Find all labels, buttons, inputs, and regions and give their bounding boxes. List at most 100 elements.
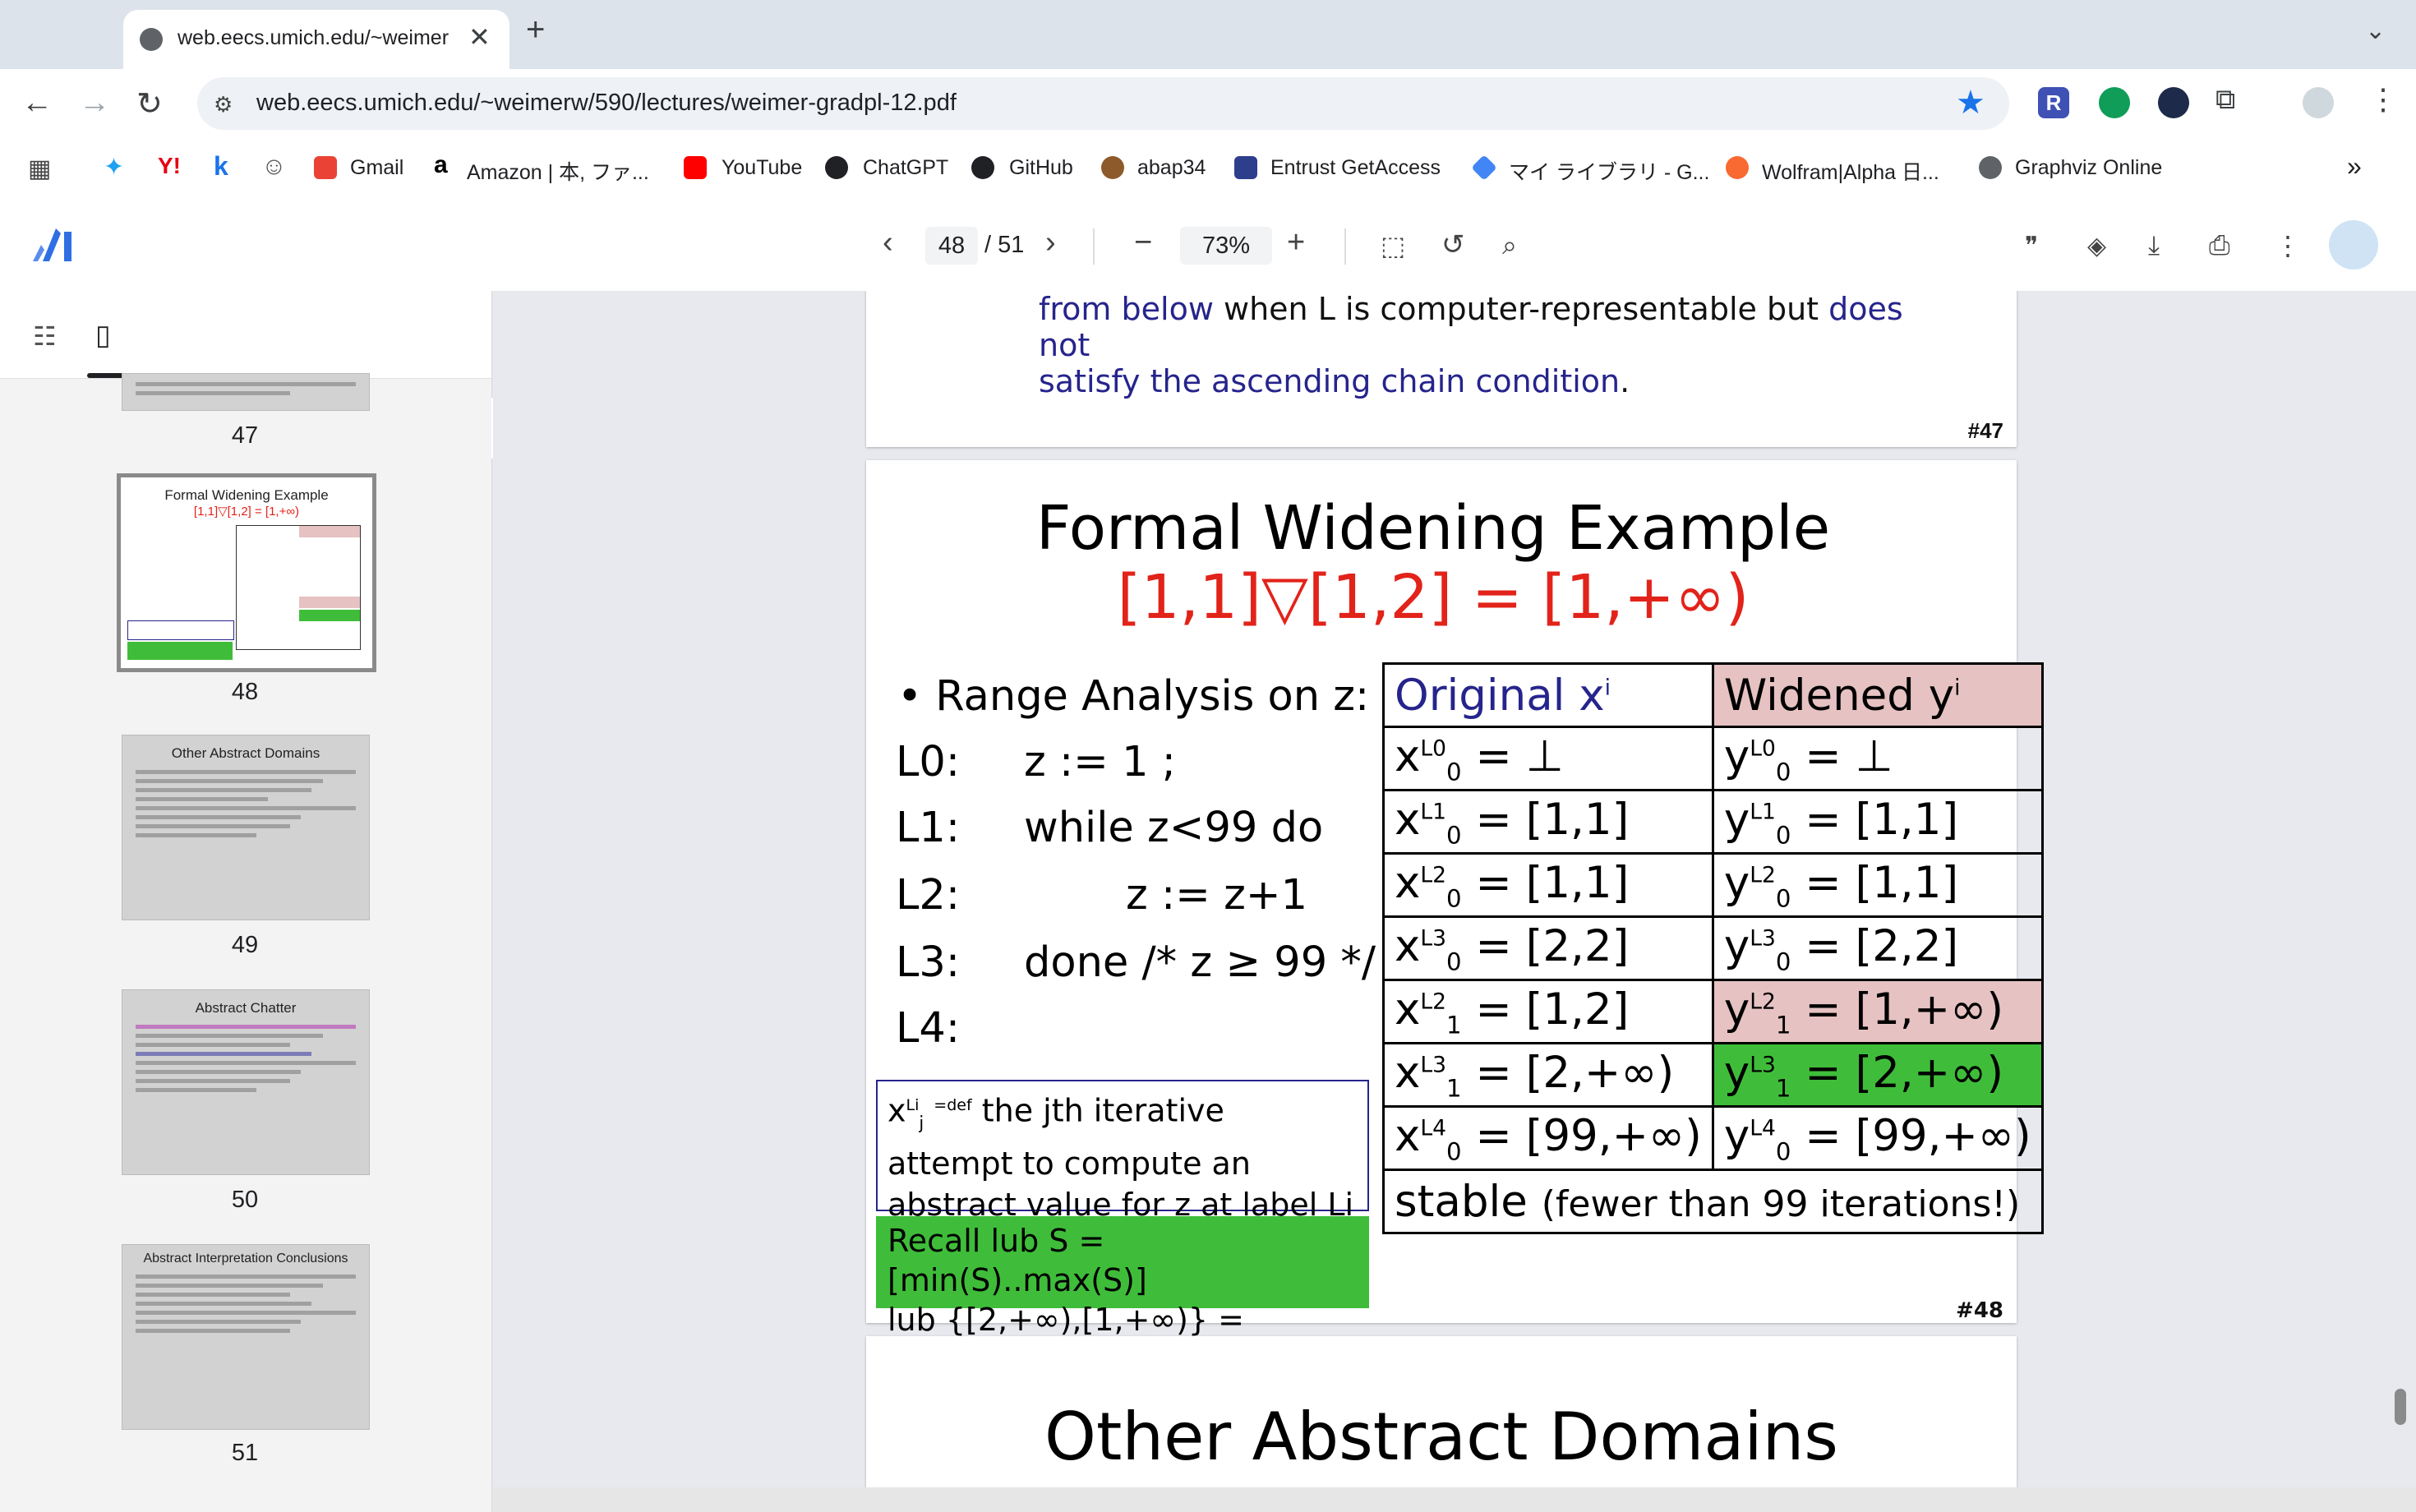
tab-strip: web.eecs.umich.edu/~weimer ✕ + ⌄: [0, 0, 2416, 69]
reload-icon[interactable]: ↻: [136, 85, 163, 122]
table-row: xL10 = [1,1] yL10 = [1,1]: [1382, 789, 2044, 855]
thumbnail-page-49[interactable]: Other Abstract Domains: [122, 735, 370, 920]
bookmark-github[interactable]: GitHub: [1009, 156, 1073, 180]
close-tab-icon[interactable]: ✕: [468, 21, 491, 53]
bookmark-star-icon[interactable]: ★: [1956, 84, 1985, 122]
search-icon[interactable]: ⌕: [1502, 230, 1517, 261]
wolfram-icon: [1726, 156, 1749, 179]
cell-value: = ⊥: [1475, 731, 1564, 781]
slide-subtitle: [1,1]▽[1,2] = [1,+∞): [1117, 562, 1750, 633]
youtube-icon: [684, 156, 707, 179]
shield-extension-icon[interactable]: [2158, 87, 2189, 118]
grammarly-extension-icon[interactable]: [2099, 87, 2130, 118]
document-viewport[interactable]: from below when L is computer-representa…: [493, 291, 2416, 1487]
bookmark-library[interactable]: マイ ライブラリ - G...: [1509, 156, 1709, 186]
tab-search-icon[interactable]: ⌄: [2365, 16, 2386, 45]
profile-avatar[interactable]: [2303, 87, 2334, 118]
thumbnail-page-50[interactable]: Abstract Chatter: [122, 989, 370, 1175]
bookmark-gmail[interactable]: Gmail: [350, 156, 403, 180]
thumbnail-label: 51: [231, 1440, 259, 1466]
pdf-toolbar: ‹ 48 / 51 › − 73% + ⬚ ↺ ⌕ ❞ ◈ ⤓ ⎙ ⋮: [0, 199, 2416, 292]
entrust-icon: [1234, 156, 1257, 179]
cell-value: = ⊥: [1805, 731, 1893, 781]
cell-iteration: 0: [1446, 947, 1462, 976]
table-cell: yL00 = ⊥: [1711, 726, 2044, 791]
gmail-icon: [314, 156, 337, 179]
vertical-scrollbar-thumb[interactable]: [2395, 1389, 2406, 1425]
slide-text-fragment: satisfy the ascending chain condition: [1039, 363, 1621, 399]
zoom-level[interactable]: 73%: [1180, 227, 1272, 265]
r-extension-icon[interactable]: R: [2038, 87, 2069, 118]
rotate-icon[interactable]: ↺: [1441, 228, 1465, 261]
url-text: web.eecs.umich.edu/~weimerw/590/lectures…: [256, 90, 957, 116]
download-icon[interactable]: ⤓: [2148, 230, 2160, 261]
cell-iteration: 1: [1446, 1011, 1462, 1040]
mascot-bookmark-icon[interactable]: ☺: [261, 153, 287, 181]
zoom-out-icon[interactable]: −: [1134, 225, 1152, 260]
stable-label: stable: [1395, 1176, 1528, 1227]
pdf-page-47: from below when L is computer-representa…: [866, 291, 2017, 447]
bookmark-amazon[interactable]: Amazon | 本, ファ...: [467, 156, 649, 186]
next-page-icon[interactable]: ›: [1045, 225, 1056, 260]
toolbar-divider: [1344, 228, 1346, 265]
cell-value: = [99,+∞): [1805, 1110, 2031, 1161]
table-row: xL40 = [99,+∞) yL40 = [99,+∞): [1382, 1105, 2044, 1171]
page-total: / 51: [984, 232, 1025, 258]
cell-label: L3: [1750, 1052, 1776, 1078]
table-cell: xL00 = ⊥: [1382, 726, 1714, 791]
print-icon[interactable]: ⎙: [2209, 230, 2230, 261]
cell-value: = [1,1]: [1475, 794, 1630, 845]
cell-label: L2: [1750, 989, 1776, 1015]
code-statement: z := z+1: [1126, 871, 1308, 920]
thumbnail-page-47[interactable]: [122, 373, 370, 411]
zoom-in-icon[interactable]: +: [1287, 225, 1305, 260]
bookmark-graphviz[interactable]: Graphviz Online: [2015, 156, 2162, 180]
page-number-input[interactable]: 48: [925, 227, 978, 265]
back-icon[interactable]: ←: [21, 85, 53, 121]
bookmark-abap34[interactable]: abap34: [1137, 156, 1206, 180]
more-options-icon[interactable]: ⋮: [2275, 230, 2301, 261]
cell-label: L1: [1750, 799, 1776, 825]
bullet-text: Range Analysis on z:: [935, 672, 1370, 721]
cell-iteration: 0: [1446, 821, 1462, 850]
cell-iteration: 1: [1446, 1074, 1462, 1103]
quote-icon[interactable]: ❞: [2025, 232, 2038, 260]
profile-avatar[interactable]: [2329, 220, 2378, 270]
k-bookmark-icon[interactable]: k: [214, 151, 228, 182]
address-bar[interactable]: ⚙ web.eecs.umich.edu/~weimerw/590/lectur…: [197, 77, 2009, 130]
bookmark-youtube[interactable]: YouTube: [722, 156, 802, 180]
thumbnail-page-48[interactable]: Formal Widening Example [1,1]▽[1,2] = [1…: [117, 473, 376, 672]
column-header-widened: Widened yi: [1711, 662, 2044, 728]
browser-menu-icon[interactable]: ⋮: [2368, 82, 2398, 117]
table-row: xL20 = [1,1] yL20 = [1,1]: [1382, 852, 2044, 918]
browser-tab[interactable]: web.eecs.umich.edu/~weimer ✕: [123, 10, 509, 69]
thumbnail-page-51[interactable]: Abstract Interpretation Conclusions: [122, 1244, 370, 1430]
cell-label: L0: [1750, 735, 1776, 762]
extensions-puzzle-icon[interactable]: ⧉: [2215, 84, 2235, 116]
cell-label: L2: [1420, 989, 1446, 1015]
cell-value: = [2,+∞): [1805, 1047, 2004, 1098]
bookmark-entrust[interactable]: Entrust GetAccess: [1270, 156, 1441, 180]
bookmark-chatgpt[interactable]: ChatGPT: [863, 156, 948, 180]
thumbnails-icon[interactable]: ▯: [95, 319, 111, 352]
site-info-icon[interactable]: ⚙: [214, 92, 233, 118]
table-cell: yL40 = [99,+∞): [1711, 1105, 2044, 1171]
cell-value: = [1,2]: [1475, 984, 1630, 1035]
fit-page-icon[interactable]: ⬚: [1381, 230, 1405, 261]
previous-page-icon[interactable]: ‹: [883, 225, 893, 260]
twitter-bookmark-icon[interactable]: ✦: [104, 153, 124, 182]
thumbnail-title: Formal Widening Example: [164, 487, 329, 503]
table-cell: xL31 = [2,+∞): [1382, 1042, 1714, 1108]
yahoo-bookmark-icon[interactable]: Y!: [158, 153, 181, 179]
annotate-icon[interactable]: ◈: [2087, 232, 2106, 260]
new-tab-button[interactable]: +: [526, 12, 545, 48]
forward-icon[interactable]: →: [79, 85, 110, 121]
cell-label: L3: [1420, 925, 1446, 952]
bookmark-wolfram[interactable]: Wolfram|Alpha 日...: [1762, 156, 1939, 186]
globe-icon: [1979, 156, 2002, 179]
cell-value: = [99,+∞): [1475, 1110, 1702, 1161]
apps-grid-icon[interactable]: ▦: [28, 154, 51, 183]
outline-icon[interactable]: ☷: [33, 320, 57, 352]
more-bookmarks-icon[interactable]: »: [2347, 151, 2362, 182]
cell-value: = [1,1]: [1475, 857, 1630, 908]
